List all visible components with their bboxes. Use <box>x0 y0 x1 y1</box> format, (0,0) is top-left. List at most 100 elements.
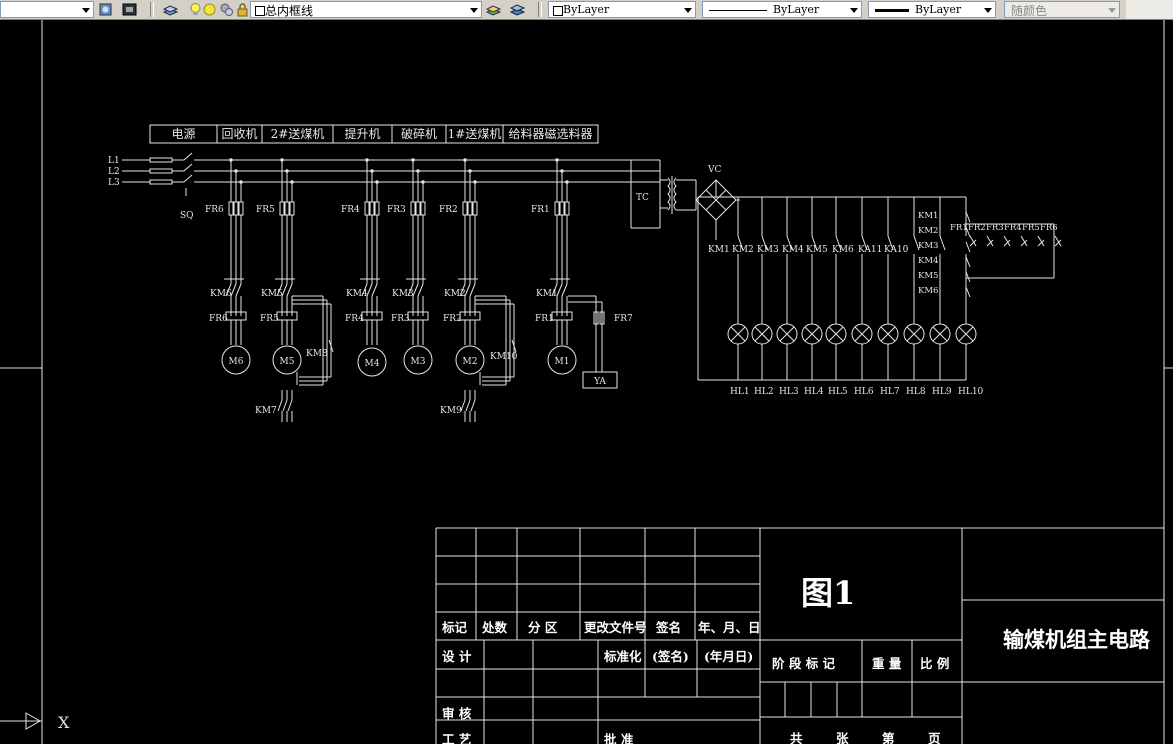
fuse-label: FR6 <box>205 205 224 215</box>
lamp-label: HL9 <box>932 387 952 397</box>
layer-color-swatch <box>255 6 265 16</box>
fuse-label: FR1 <box>531 205 550 215</box>
motor-label: M1 <box>555 357 570 367</box>
motor-label: M5 <box>280 357 295 367</box>
junction-dot <box>416 169 420 173</box>
toolbar-separator <box>150 2 154 17</box>
aux-contactor-label: KM8 <box>306 349 328 359</box>
plotstyle-control-dropdown[interactable]: 随颜色 <box>1004 1 1120 18</box>
overload-label: FR2 <box>443 314 462 324</box>
weight-label: 重 量 <box>872 656 902 671</box>
color-swatch <box>553 6 563 16</box>
lamp-label: HL6 <box>854 387 874 397</box>
interlock-contact-label: KM6 <box>918 286 938 296</box>
stage-mark-label: 阶 段 标 记 <box>772 656 836 671</box>
drawing-canvas[interactable]: L1L2L3 SQ M6 FR6 KM6 FR6 M5 FR5 KM5 FR5 M4 FR4 KM4 FR… <box>0 20 1173 744</box>
interlock-contact-label: KM4 <box>918 256 938 266</box>
control-contact-label: KM5 <box>806 245 828 255</box>
approve-label: 批 准 <box>604 732 634 744</box>
linetype-preview <box>709 10 767 11</box>
lock-icon[interactable] <box>235 2 250 17</box>
scale-label: 比 例 <box>920 656 949 671</box>
plotstyle-control-value: 随颜色 <box>1011 4 1048 18</box>
supply-line-label: L1 <box>108 156 120 166</box>
sheets-label: 张 <box>836 731 849 744</box>
fr-contact-label: FR3 <box>986 223 1004 233</box>
motor-label: M6 <box>229 357 244 367</box>
lightbulb-icon[interactable] <box>188 2 203 17</box>
layer-manager-icon[interactable] <box>163 2 178 17</box>
fuse-label: FR5 <box>256 205 275 215</box>
chevron-down-icon <box>684 8 692 13</box>
motor-label: M2 <box>463 357 478 367</box>
junction-dot <box>280 158 284 162</box>
fr-contact-label: FR6 <box>1040 223 1058 233</box>
fr-contact-label: FR5 <box>1022 223 1040 233</box>
lamp-label: HL3 <box>779 387 799 397</box>
supply-line-label: L3 <box>108 178 120 188</box>
switch-label: SQ <box>180 211 194 221</box>
rev-header: 处数 <box>481 620 508 635</box>
toolbar-empty-area <box>1126 0 1173 19</box>
header-label: 电源 <box>171 127 195 141</box>
junction-dot <box>365 158 369 162</box>
interlock-contact-label: KM3 <box>918 241 938 251</box>
layer-dropdown[interactable]: 总内框线 <box>250 1 482 18</box>
left-dropdown[interactable] <box>0 1 94 18</box>
sun-icon[interactable] <box>202 2 217 17</box>
junction-dot <box>375 180 379 184</box>
process-label: 工 艺 <box>442 732 471 744</box>
junction-dot <box>555 158 559 162</box>
contactor-label: KM1 <box>536 289 558 299</box>
color-control-value: ByLayer <box>563 3 610 16</box>
chevron-down-icon <box>1108 8 1116 13</box>
color-control-dropdown[interactable]: ByLayer <box>548 1 696 18</box>
control-contact-label: KM3 <box>757 245 779 255</box>
layer-prev-icon[interactable] <box>98 2 113 17</box>
ya-label: YA <box>593 377 606 387</box>
chevron-down-icon <box>82 8 90 13</box>
design-label: 设 计 <box>442 649 472 664</box>
fuse-label: FR2 <box>439 205 458 215</box>
overload-label: FR3 <box>391 314 410 324</box>
ucs-x-label: X <box>58 713 70 732</box>
control-contact-label: KM1 <box>708 245 730 255</box>
layer-freeze-icon[interactable] <box>219 2 234 17</box>
chevron-down-icon <box>850 8 858 13</box>
layer-previous-icon[interactable] <box>510 2 525 17</box>
lineweight-control-value: ByLayer <box>915 3 962 16</box>
layers-properties-toolbar: 总内框线 ByLayer ByLayer ByLayer 随颜色 <box>0 0 1173 20</box>
lamp-label: HL1 <box>730 387 750 397</box>
toolbar-separator <box>538 2 542 17</box>
lineweight-preview <box>875 9 909 12</box>
header-label-row: 电源 回收机 2#送煤机 提升机 破碎机 1#送煤机 给料器磁选料器 <box>149 124 599 144</box>
junction-dot <box>463 158 467 162</box>
junction-dot <box>565 180 569 184</box>
motor-label: M4 <box>365 359 380 369</box>
layer-tool-icon[interactable] <box>122 2 137 17</box>
linetype-control-dropdown[interactable]: ByLayer <box>702 1 862 18</box>
overload-label: FR1 <box>535 314 554 324</box>
lamp-label: HL4 <box>804 387 824 397</box>
lineweight-control-dropdown[interactable]: ByLayer <box>868 1 996 18</box>
total-label: 共 <box>790 731 803 744</box>
lamp-label: HL7 <box>880 387 900 397</box>
fr-contact-label: FR2 <box>968 223 986 233</box>
rev-header: 年、月、日 <box>698 620 761 635</box>
interlock-contact-label: KM1 <box>918 211 938 221</box>
fr7-label: FR7 <box>614 314 633 324</box>
header-label: 提升机 <box>344 126 380 141</box>
supply-line-label: L2 <box>108 167 120 177</box>
lamp-label: HL5 <box>828 387 848 397</box>
junction-dot <box>411 158 415 162</box>
aux-contactor-label: KM9 <box>440 406 462 416</box>
rev-header: 标记 <box>441 620 468 635</box>
header-label: 破碎机 <box>401 126 437 141</box>
junction-dot <box>468 169 472 173</box>
aux-contactor-label: KM10 <box>490 352 518 362</box>
control-contact-label: KM2 <box>732 245 754 255</box>
contactor-label: KM3 <box>392 289 414 299</box>
rev-header: 签名 <box>655 620 681 635</box>
junction-dot <box>239 180 243 184</box>
make-layer-current-icon[interactable] <box>486 2 501 17</box>
